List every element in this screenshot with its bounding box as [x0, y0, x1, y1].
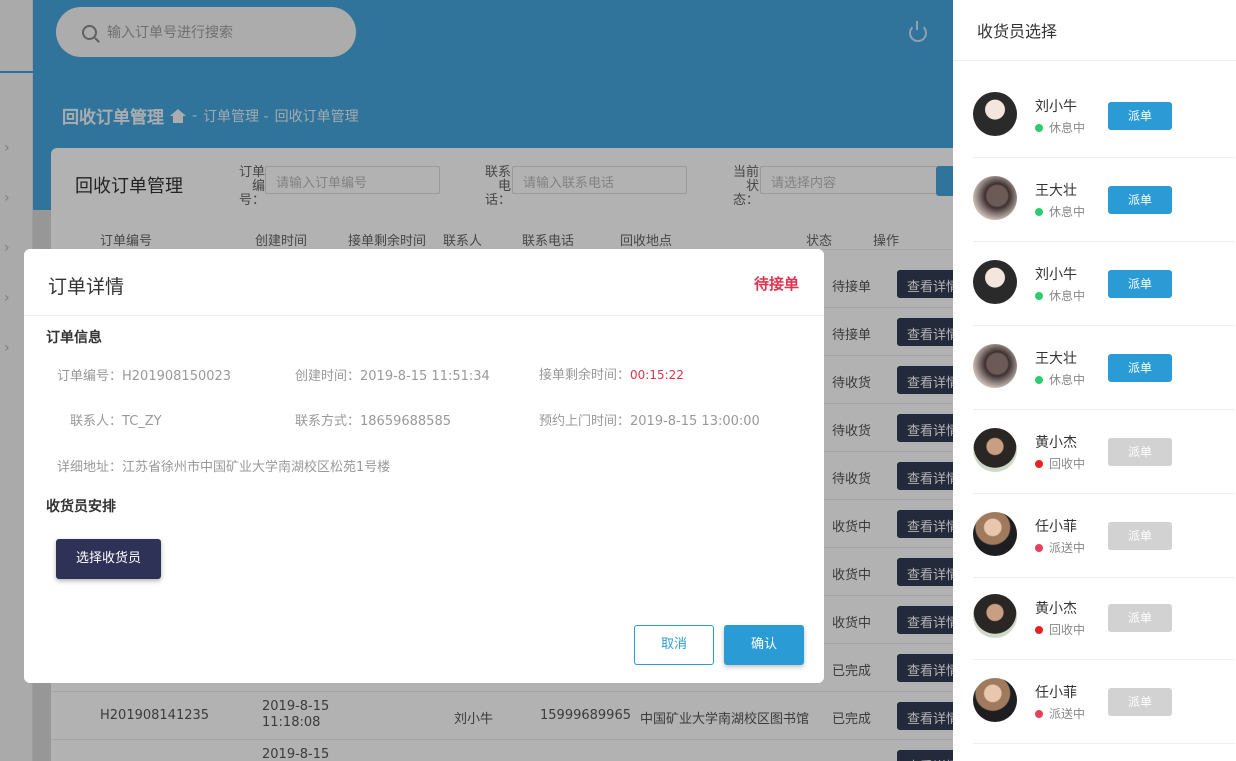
collector-status-text: 休息中 — [1049, 289, 1086, 303]
collector-status-text: 回收中 — [1049, 457, 1086, 471]
collector-panel: 收货员选择 刘小牛 休息中 派单 王大壮 休息中 派单 刘小牛 休息中 派单 王… — [953, 0, 1236, 761]
status-dot-icon — [1035, 709, 1043, 718]
collector-item: 王大壮 休息中 派单 — [973, 158, 1235, 242]
phone-field: 联系方式：18659688585 — [295, 410, 451, 429]
remaining-value: 00:15:22 — [630, 368, 684, 382]
order-status-badge: 待接单 — [753, 275, 799, 293]
collector-item: 王大壮 休息中 派单 — [973, 326, 1235, 410]
collector-status: 休息中 — [1035, 203, 1085, 220]
collector-name: 王大壮 — [1035, 351, 1077, 367]
order-no-value: H201908150023 — [122, 369, 232, 384]
collector-name: 黄小杰 — [1035, 601, 1077, 617]
dispatch-button[interactable]: 派单 — [1108, 604, 1172, 632]
dispatch-button[interactable]: 派单 — [1108, 354, 1172, 382]
remaining-field: 接单剩余时间：00:15:22 — [539, 364, 684, 383]
collector-status: 休息中 — [1035, 371, 1085, 388]
status-dot-icon — [1035, 459, 1043, 468]
collector-status-text: 休息中 — [1049, 121, 1086, 135]
visit-time-field: 预约上门时间：2019-8-15 13:00:00 — [539, 410, 760, 429]
panel-title: 收货员选择 — [977, 22, 1058, 41]
address-label: 详细地址： — [57, 460, 123, 475]
avatar — [973, 594, 1017, 638]
collector-status: 回收中 — [1035, 621, 1085, 638]
phone-value: 18659688585 — [360, 414, 451, 429]
avatar — [973, 176, 1017, 220]
order-no-label: 订单编号： — [57, 369, 123, 384]
remaining-label: 接单剩余时间： — [539, 368, 631, 383]
collector-status: 派送中 — [1035, 705, 1085, 722]
cancel-button[interactable]: 取消 — [634, 625, 714, 665]
status-dot-icon — [1035, 625, 1043, 634]
collector-item: 黄小杰 回收中 派单 — [973, 410, 1235, 494]
order-info-heading: 订单信息 — [46, 330, 102, 346]
created-value: 2019-8-15 11:51:34 — [360, 369, 490, 384]
status-dot-icon — [1035, 375, 1043, 384]
dispatch-button[interactable]: 派单 — [1108, 102, 1172, 130]
collector-status-text: 休息中 — [1049, 205, 1086, 219]
dispatch-button[interactable]: 派单 — [1108, 688, 1172, 716]
address-value: 江苏省徐州市中国矿业大学南湖校区松苑1号楼 — [122, 460, 391, 475]
collector-status: 派送中 — [1035, 539, 1085, 556]
dispatch-button[interactable]: 派单 — [1108, 186, 1172, 214]
collector-item: 刘小牛 休息中 派单 — [973, 74, 1235, 158]
collector-status-text: 派送中 — [1049, 707, 1086, 721]
divider — [953, 60, 1236, 61]
collector-item: 任小菲 派送中 派单 — [973, 660, 1235, 744]
collector-status: 回收中 — [1035, 455, 1085, 472]
collector-name: 王大壮 — [1035, 183, 1077, 199]
select-collector-button[interactable]: 选择收货员 — [56, 539, 161, 579]
avatar — [973, 678, 1017, 722]
avatar — [973, 92, 1017, 136]
avatar — [973, 344, 1017, 388]
modal-title: 订单详情 — [48, 276, 125, 298]
status-dot-icon — [1035, 207, 1043, 216]
collector-item: 黄小杰 回收中 派单 — [973, 576, 1235, 660]
collector-name: 任小菲 — [1035, 519, 1077, 535]
avatar — [973, 428, 1017, 472]
order-detail-modal: 订单详情 待接单 订单信息 订单编号：H201908150023 创建时间：20… — [24, 249, 824, 683]
collector-name: 刘小牛 — [1035, 267, 1077, 283]
status-dot-icon — [1035, 291, 1043, 300]
collector-status-text: 派送中 — [1049, 541, 1086, 555]
collector-status: 休息中 — [1035, 287, 1085, 304]
phone-label: 联系方式： — [295, 414, 361, 429]
visit-value: 2019-8-15 13:00:00 — [630, 414, 760, 429]
created-field: 创建时间：2019-8-15 11:51:34 — [295, 365, 490, 384]
collector-heading: 收货员安排 — [46, 499, 116, 515]
collector-status-text: 回收中 — [1049, 623, 1086, 637]
order-no-field: 订单编号：H201908150023 — [57, 365, 231, 384]
dispatch-button[interactable]: 派单 — [1108, 270, 1172, 298]
created-label: 创建时间： — [295, 369, 361, 384]
contact-label: 联系人： — [70, 414, 123, 429]
status-dot-icon — [1035, 543, 1043, 552]
avatar — [973, 512, 1017, 556]
collector-item: 任小菲 派送中 派单 — [973, 494, 1235, 578]
dispatch-button[interactable]: 派单 — [1108, 522, 1172, 550]
collector-name: 任小菲 — [1035, 685, 1077, 701]
collector-name: 刘小牛 — [1035, 99, 1077, 115]
confirm-button[interactable]: 确认 — [724, 625, 804, 665]
visit-label: 预约上门时间： — [539, 414, 631, 429]
collector-status: 休息中 — [1035, 119, 1085, 136]
status-dot-icon — [1035, 123, 1043, 132]
avatar — [973, 260, 1017, 304]
collector-name: 黄小杰 — [1035, 435, 1077, 451]
collector-status-text: 休息中 — [1049, 373, 1086, 387]
contact-value: TC_ZY — [122, 414, 162, 429]
contact-field: 联系人：TC_ZY — [70, 410, 162, 429]
collector-item: 刘小牛 休息中 派单 — [973, 242, 1235, 326]
address-field: 详细地址：江苏省徐州市中国矿业大学南湖校区松苑1号楼 — [57, 456, 390, 475]
modal-header: 订单详情 待接单 — [24, 249, 824, 316]
dispatch-button[interactable]: 派单 — [1108, 438, 1172, 466]
